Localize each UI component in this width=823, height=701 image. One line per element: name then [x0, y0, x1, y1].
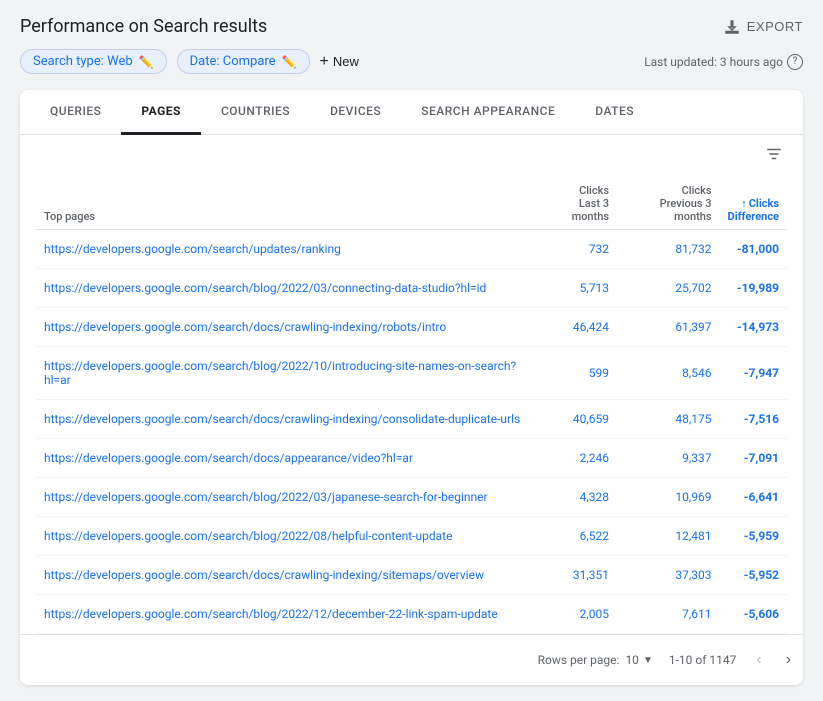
rows-per-page-value: 10 [625, 653, 639, 667]
table-row: https://developers.google.com/search/blo… [36, 347, 787, 400]
rows-per-page-label: Rows per page: [538, 653, 620, 667]
clicks-last-cell: 31,351 [534, 556, 617, 595]
export-icon [723, 18, 741, 36]
url-cell[interactable]: https://developers.google.com/search/blo… [36, 347, 534, 400]
clicks-last-cell: 6,522 [534, 517, 617, 556]
table-row: https://developers.google.com/search/blo… [36, 478, 787, 517]
clicks-prev-cell: 37,303 [617, 556, 720, 595]
clicks-diff-cell: -5,606 [720, 595, 787, 634]
tabs-bar: QUERIES PAGES COUNTRIES DEVICES SEARCH A… [20, 90, 803, 135]
table-row: https://developers.google.com/search/blo… [36, 595, 787, 634]
rows-per-page: Rows per page: 10 ▼ [538, 653, 653, 667]
col-clicks-diff[interactable]: ↑ Clicks Difference [720, 178, 787, 230]
clicks-diff-cell: -7,091 [720, 439, 787, 478]
url-cell[interactable]: https://developers.google.com/search/doc… [36, 308, 534, 347]
filter-icon [765, 145, 783, 163]
results-table: Top pages Clicks Last 3 months Clicks Pr… [36, 178, 787, 634]
info-icon: ? [787, 54, 803, 70]
url-cell[interactable]: https://developers.google.com/search/upd… [36, 230, 534, 269]
page-range: 1-10 of 1147 [669, 653, 737, 667]
clicks-prev-cell: 7,611 [617, 595, 720, 634]
clicks-prev-cell: 25,702 [617, 269, 720, 308]
new-filter-button[interactable]: + New [320, 53, 359, 71]
filter-rows-button[interactable] [765, 145, 783, 168]
clicks-diff-cell: -5,952 [720, 556, 787, 595]
tab-pages[interactable]: PAGES [121, 90, 201, 135]
url-cell[interactable]: https://developers.google.com/search/blo… [36, 595, 534, 634]
main-card: QUERIES PAGES COUNTRIES DEVICES SEARCH A… [20, 90, 803, 685]
clicks-last-cell: 732 [534, 230, 617, 269]
clicks-last-cell: 40,659 [534, 400, 617, 439]
last-updated: Last updated: 3 hours ago ? [644, 54, 803, 70]
clicks-prev-cell: 8,546 [617, 347, 720, 400]
table-row: https://developers.google.com/search/blo… [36, 269, 787, 308]
table-row: https://developers.google.com/search/doc… [36, 400, 787, 439]
tab-search-appearance[interactable]: SEARCH APPEARANCE [401, 90, 575, 135]
export-button[interactable]: EXPORT [723, 18, 803, 36]
clicks-prev-cell: 9,337 [617, 439, 720, 478]
sort-arrow-icon: ↑ [741, 197, 747, 210]
new-label: New [333, 54, 359, 69]
date-edit-icon: ✏️ [282, 55, 297, 69]
table-row: https://developers.google.com/search/blo… [36, 517, 787, 556]
clicks-last-cell: 599 [534, 347, 617, 400]
clicks-diff-cell: -6,641 [720, 478, 787, 517]
page-title: Performance on Search results [20, 16, 267, 37]
rows-dropdown-icon: ▼ [643, 655, 653, 666]
plus-icon: + [320, 53, 329, 71]
date-filter[interactable]: Date: Compare ✏️ [177, 49, 310, 74]
clicks-last-cell: 5,713 [534, 269, 617, 308]
tab-devices[interactable]: DEVICES [310, 90, 401, 135]
clicks-diff-cell: -19,989 [720, 269, 787, 308]
clicks-last-cell: 2,005 [534, 595, 617, 634]
clicks-diff-cell: -14,973 [720, 308, 787, 347]
clicks-last-cell: 2,246 [534, 439, 617, 478]
export-label: EXPORT [747, 19, 803, 34]
tab-queries[interactable]: QUERIES [30, 90, 121, 135]
date-label: Date: Compare [190, 54, 276, 69]
pagination: Rows per page: 10 ▼ 1-10 of 1147 ‹ › [20, 634, 803, 685]
filters-bar: Search type: Web ✏️ Date: Compare ✏️ + N… [20, 49, 803, 74]
prev-page-button[interactable]: ‹ [752, 647, 765, 673]
table-section: Top pages Clicks Last 3 months Clicks Pr… [20, 135, 803, 634]
clicks-prev-cell: 61,397 [617, 308, 720, 347]
next-page-button[interactable]: › [782, 647, 795, 673]
clicks-prev-cell: 10,969 [617, 478, 720, 517]
search-type-label: Search type: Web [33, 54, 133, 69]
table-row: https://developers.google.com/search/doc… [36, 308, 787, 347]
clicks-diff-cell: -7,947 [720, 347, 787, 400]
clicks-prev-cell: 12,481 [617, 517, 720, 556]
table-row: https://developers.google.com/search/doc… [36, 556, 787, 595]
table-row: https://developers.google.com/search/doc… [36, 439, 787, 478]
search-type-filter[interactable]: Search type: Web ✏️ [20, 49, 167, 74]
clicks-last-cell: 46,424 [534, 308, 617, 347]
clicks-diff-cell: -7,516 [720, 400, 787, 439]
url-cell[interactable]: https://developers.google.com/search/doc… [36, 400, 534, 439]
url-cell[interactable]: https://developers.google.com/search/blo… [36, 517, 534, 556]
rows-per-page-select[interactable]: 10 ▼ [625, 653, 652, 667]
clicks-diff-cell: -5,959 [720, 517, 787, 556]
col-pages-label: Top pages [36, 178, 534, 230]
table-row: https://developers.google.com/search/upd… [36, 230, 787, 269]
col-clicks-last: Clicks Last 3 months [534, 178, 617, 230]
clicks-last-cell: 4,328 [534, 478, 617, 517]
tab-dates[interactable]: DATES [575, 90, 654, 135]
url-cell[interactable]: https://developers.google.com/search/blo… [36, 269, 534, 308]
search-type-edit-icon: ✏️ [139, 55, 154, 69]
url-cell[interactable]: https://developers.google.com/search/blo… [36, 478, 534, 517]
col-clicks-prev: Clicks Previous 3 months [617, 178, 720, 230]
url-cell[interactable]: https://developers.google.com/search/doc… [36, 439, 534, 478]
clicks-prev-cell: 48,175 [617, 400, 720, 439]
url-cell[interactable]: https://developers.google.com/search/doc… [36, 556, 534, 595]
tab-countries[interactable]: COUNTRIES [201, 90, 310, 135]
clicks-diff-cell: -81,000 [720, 230, 787, 269]
clicks-prev-cell: 81,732 [617, 230, 720, 269]
